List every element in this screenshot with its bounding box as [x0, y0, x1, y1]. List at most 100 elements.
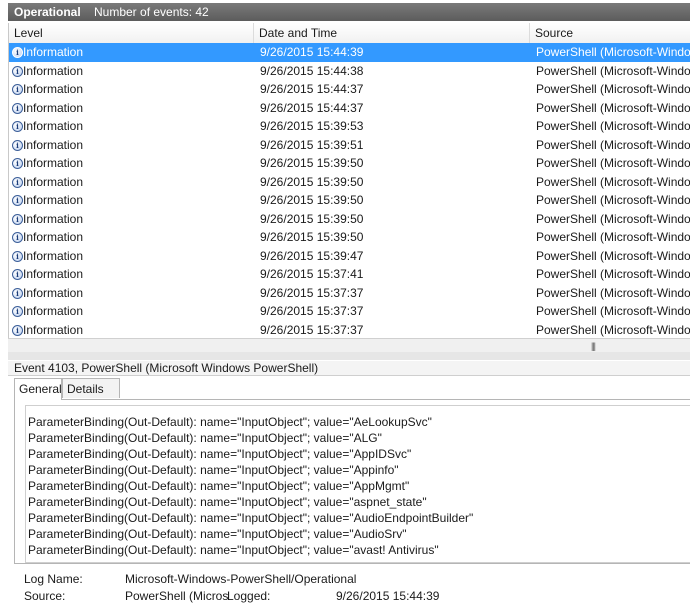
- scroll-grip-icon[interactable]: |||: [591, 341, 596, 351]
- description-line: ParameterBinding(Out-Default): name="Inp…: [28, 479, 410, 493]
- logged-value: 9/26/2015 15:44:39: [336, 589, 440, 603]
- table-row[interactable]: i Information 9/26/2015 15:44:39 PowerShell…: [9, 43, 690, 62]
- row-source: PowerShell (Microsoft-Window: [536, 100, 690, 115]
- information-icon: i: [12, 84, 23, 95]
- row-source: PowerShell (Microsoft-Window: [536, 267, 690, 281]
- row-level: Information: [23, 82, 84, 96]
- information-icon: i: [12, 102, 23, 114]
- event-count: Number of events: 42: [94, 5, 209, 19]
- pane-splitter[interactable]: [8, 352, 690, 360]
- row-level: Information: [23, 174, 84, 189]
- information-icon: i: [12, 269, 23, 280]
- row-date-time: 9/26/2015 15:37:37: [260, 304, 364, 318]
- information-icon: i: [12, 287, 23, 299]
- row-level: Information: [23, 119, 84, 133]
- row-date-time: 9/26/2015 15:39:50: [260, 193, 364, 207]
- horizontal-scrollbar[interactable]: |||: [8, 338, 690, 353]
- log-name: Operational: [14, 5, 81, 19]
- table-row[interactable]: i Information 9/26/2015 15:37:37 PowerShell…: [9, 302, 690, 321]
- event-detail-title: Event 4103, PowerShell (Microsoft Window…: [8, 361, 690, 376]
- row-level: Information: [23, 248, 84, 263]
- information-icon: i: [12, 176, 23, 188]
- row-level: Information: [23, 100, 84, 115]
- description-line: ParameterBinding(Out-Default): name="Inp…: [28, 463, 399, 477]
- description-line: ParameterBinding(Out-Default): name="Inp…: [28, 527, 407, 541]
- row-level: Information: [23, 322, 84, 337]
- row-level: Information: [23, 230, 84, 244]
- row-source: PowerShell (Microsoft-Window: [536, 304, 690, 318]
- row-date-time: 9/26/2015 15:37:37: [260, 322, 364, 337]
- row-date-time: 9/26/2015 15:39:47: [260, 248, 364, 263]
- description-line: ParameterBinding(Out-Default): name="Inp…: [28, 431, 382, 445]
- table-row[interactable]: i Information 9/26/2015 15:44:37 PowerShell…: [9, 80, 690, 99]
- row-source: PowerShell (Microsoft-Window: [536, 248, 690, 263]
- table-row[interactable]: i Information 9/26/2015 15:39:50 PowerShell…: [9, 210, 690, 229]
- column-header-level[interactable]: Level: [9, 23, 254, 43]
- source-value: PowerShell (Micros: [125, 589, 229, 603]
- tab-general[interactable]: General: [14, 378, 62, 400]
- table-row[interactable]: i Information 9/26/2015 15:39:47 PowerShell…: [9, 247, 690, 266]
- table-row[interactable]: i Information 9/26/2015 15:37:37 PowerShell…: [9, 284, 690, 303]
- row-source: PowerShell (Microsoft-Window: [536, 119, 690, 133]
- table-row[interactable]: i Information 9/26/2015 15:44:37 PowerShell…: [9, 99, 690, 118]
- row-date-time: 9/26/2015 15:37:41: [260, 267, 364, 281]
- event-list[interactable]: Level Date and Time Source i Information 9…: [8, 23, 690, 338]
- row-date-time: 9/26/2015 15:39:51: [260, 137, 364, 152]
- row-source: PowerShell (Microsoft-Window: [536, 45, 690, 59]
- table-row[interactable]: i Information 9/26/2015 15:39:50 PowerShell…: [9, 154, 690, 173]
- row-date-time: 9/26/2015 15:39:50: [260, 174, 364, 189]
- information-icon: i: [12, 158, 23, 169]
- row-date-time: 9/26/2015 15:37:37: [260, 285, 364, 300]
- row-date-time: 9/26/2015 15:39:53: [260, 119, 364, 133]
- table-row[interactable]: i Information 9/26/2015 15:37:37 PowerShell…: [9, 321, 690, 339]
- row-source: PowerShell (Microsoft-Window: [536, 193, 690, 207]
- table-row[interactable]: i Information 9/26/2015 15:39:50 PowerShell…: [9, 191, 690, 210]
- row-level: Information: [23, 63, 84, 78]
- column-header-row: Level Date and Time Source: [9, 23, 690, 44]
- description-line: ParameterBinding(Out-Default): name="Inp…: [28, 543, 439, 557]
- row-source: PowerShell (Microsoft-Window: [536, 285, 690, 300]
- row-date-time: 9/26/2015 15:39:50: [260, 230, 364, 244]
- row-source: PowerShell (Microsoft-Window: [536, 82, 690, 96]
- description-line: ParameterBinding(Out-Default): name="Inp…: [28, 447, 412, 461]
- row-source: PowerShell (Microsoft-Window: [536, 230, 690, 244]
- row-level: Information: [23, 137, 84, 152]
- information-icon: i: [12, 250, 23, 262]
- table-row[interactable]: i Information 9/26/2015 15:39:50 PowerShell…: [9, 228, 690, 247]
- information-icon: i: [12, 195, 23, 206]
- event-rows: i Information 9/26/2015 15:44:39 PowerShell…: [9, 43, 690, 338]
- row-level: Information: [23, 193, 84, 207]
- table-row[interactable]: i Information 9/26/2015 15:39:53 PowerShell…: [9, 117, 690, 136]
- description-line: ParameterBinding(Out-Default): name="Inp…: [28, 511, 474, 525]
- row-date-time: 9/26/2015 15:44:37: [260, 82, 364, 96]
- column-header-source[interactable]: Source: [530, 23, 690, 43]
- row-level: Information: [23, 211, 84, 226]
- row-date-time: 9/26/2015 15:44:37: [260, 100, 364, 115]
- row-source: PowerShell (Microsoft-Window: [536, 322, 690, 337]
- event-description-box[interactable]: ParameterBinding(Out-Default): name="Inp…: [25, 405, 690, 563]
- row-source: PowerShell (Microsoft-Window: [536, 137, 690, 152]
- table-row[interactable]: i Information 9/26/2015 15:44:38 PowerShell…: [9, 62, 690, 81]
- row-source: PowerShell (Microsoft-Window: [536, 156, 690, 170]
- table-row[interactable]: i Information 9/26/2015 15:39:50 PowerShell…: [9, 173, 690, 192]
- column-header-date[interactable]: Date and Time: [254, 23, 530, 43]
- row-level: Information: [23, 267, 84, 281]
- table-row[interactable]: i Information 9/26/2015 15:39:51 PowerShell…: [9, 136, 690, 155]
- information-icon: i: [12, 232, 23, 243]
- tab-details[interactable]: Details: [62, 378, 120, 398]
- row-date-time: 9/26/2015 15:39:50: [260, 211, 364, 226]
- row-source: PowerShell (Microsoft-Window: [536, 174, 690, 189]
- description-line: ParameterBinding(Out-Default): name="Inp…: [28, 495, 427, 509]
- table-row[interactable]: i Information 9/26/2015 15:37:41 PowerShell…: [9, 265, 690, 284]
- log-name-label: Log Name:: [24, 572, 83, 586]
- row-date-time: 9/26/2015 15:39:50: [260, 156, 364, 170]
- general-tab-panel: ParameterBinding(Out-Default): name="Inp…: [14, 399, 690, 564]
- information-icon: i: [12, 121, 23, 132]
- row-level: Information: [23, 304, 84, 318]
- information-icon: i: [12, 139, 23, 151]
- row-date-time: 9/26/2015 15:44:39: [260, 45, 364, 59]
- description-line: ParameterBinding(Out-Default): name="Inp…: [28, 415, 432, 429]
- row-level: Information: [23, 285, 84, 300]
- log-name-value: Microsoft-Windows-PowerShell/Operational: [125, 572, 357, 586]
- information-icon: i: [12, 324, 23, 336]
